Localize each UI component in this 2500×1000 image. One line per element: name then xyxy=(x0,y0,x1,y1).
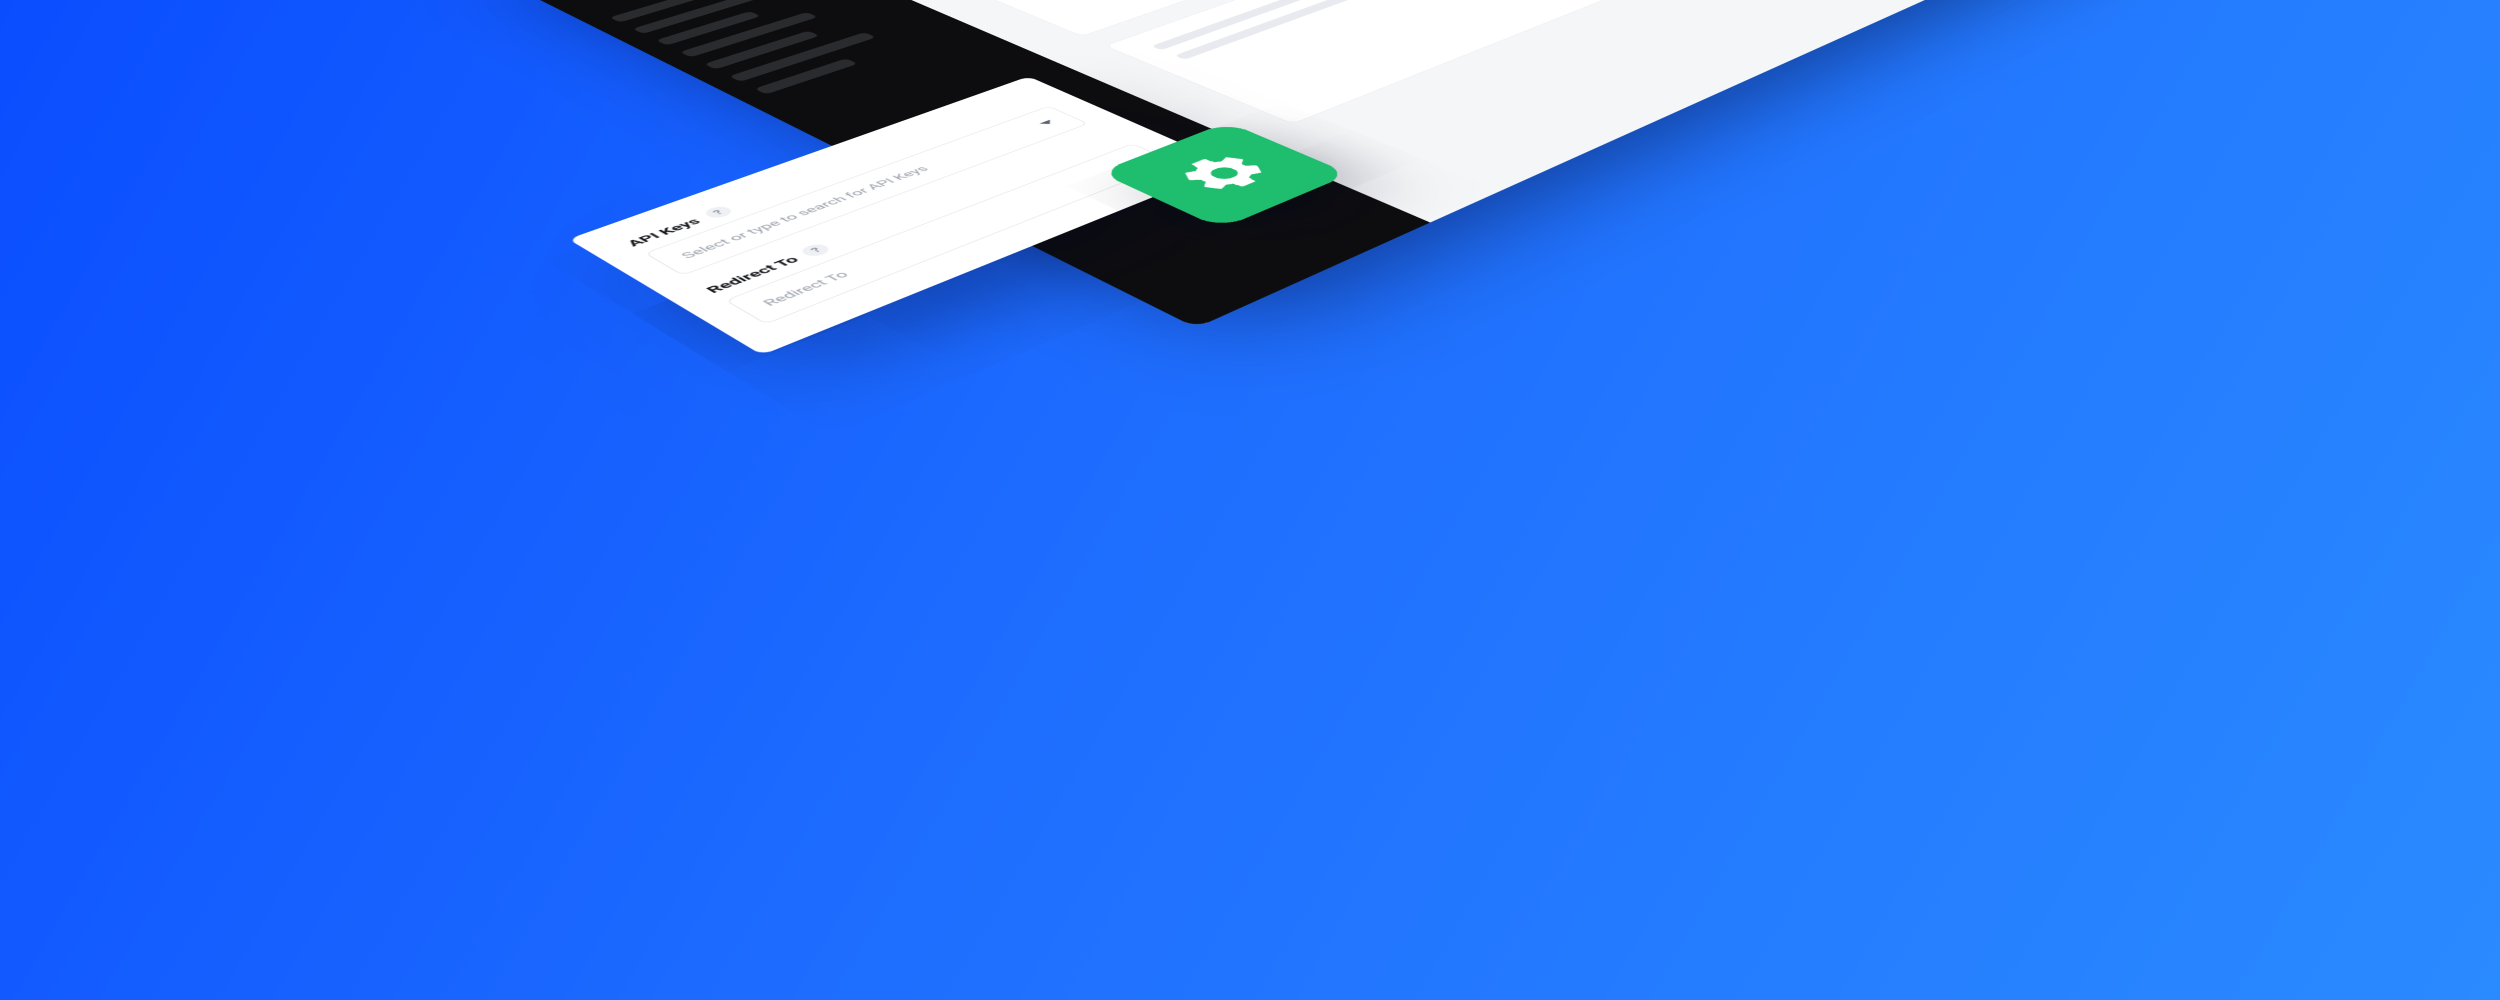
sidebar-item[interactable] xyxy=(656,11,761,45)
help-icon[interactable]: ? xyxy=(701,205,735,220)
form-panel xyxy=(918,0,1561,36)
sidebar-item[interactable] xyxy=(633,0,782,34)
form-panel xyxy=(1104,0,1770,124)
sidebar-item[interactable] xyxy=(680,12,818,57)
sidebar-item[interactable] xyxy=(610,0,732,22)
input-placeholder: Redirect To xyxy=(759,269,852,308)
sidebar-item[interactable] xyxy=(754,58,857,94)
sidebar-nav xyxy=(610,0,952,94)
sidebar-item[interactable] xyxy=(729,32,876,81)
help-icon[interactable]: ? xyxy=(798,242,833,258)
sidebar-item[interactable] xyxy=(704,31,819,70)
